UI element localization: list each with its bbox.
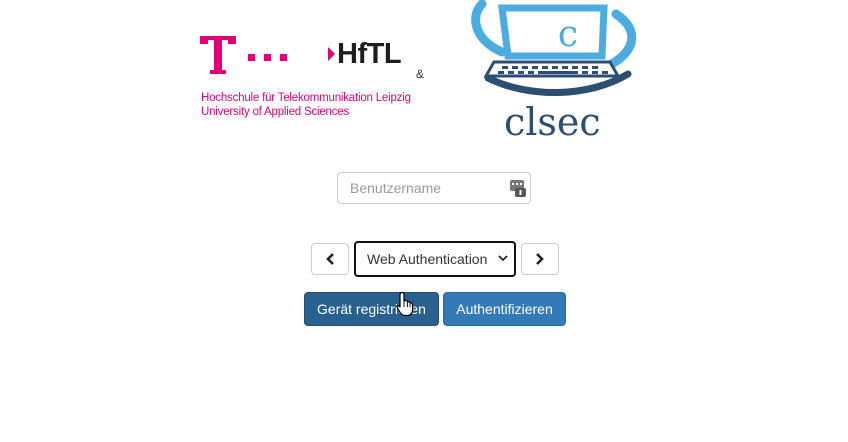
- username-field[interactable]: [337, 172, 531, 204]
- telekom-dot: [264, 54, 271, 61]
- hftl-wordmark: HfTL: [337, 38, 402, 70]
- telekom-dot: [280, 54, 287, 61]
- chevron-down-icon: [498, 255, 508, 262]
- hftl-subtitle-line1: Hochschule für Telekommunikation Leipzig: [201, 92, 411, 104]
- telekom-dot: [248, 54, 255, 61]
- username-input[interactable]: [338, 173, 510, 203]
- register-device-button[interactable]: Gerät registrieren: [304, 292, 439, 326]
- auth-method-select[interactable]: Web Authentication: [354, 241, 516, 277]
- hftl-arrow-icon: [328, 47, 335, 61]
- auth-method-selected: Web Authentication: [367, 251, 488, 267]
- keypad-icon: [510, 180, 526, 197]
- clsec-wordmark: clsec: [504, 100, 601, 144]
- telekom-t-icon: [200, 36, 236, 74]
- clsec-logo: c clsec: [468, 0, 640, 148]
- chevron-right-icon: [536, 253, 544, 265]
- hftl-logo: HfTL Hochschule für Telekommunikation Le…: [200, 34, 430, 124]
- next-method-button[interactable]: [521, 243, 559, 275]
- hand-cursor-icon: [396, 291, 414, 317]
- authenticate-button[interactable]: Authentifizieren: [443, 292, 566, 326]
- previous-method-button[interactable]: [311, 243, 349, 275]
- logo-ampersand: &: [416, 67, 425, 81]
- hftl-subtitle-line2: University of Applied Sciences: [201, 106, 350, 118]
- chevron-left-icon: [326, 253, 334, 265]
- clsec-screen-letter: c: [558, 14, 578, 55]
- laptop-icon: c: [471, 0, 637, 97]
